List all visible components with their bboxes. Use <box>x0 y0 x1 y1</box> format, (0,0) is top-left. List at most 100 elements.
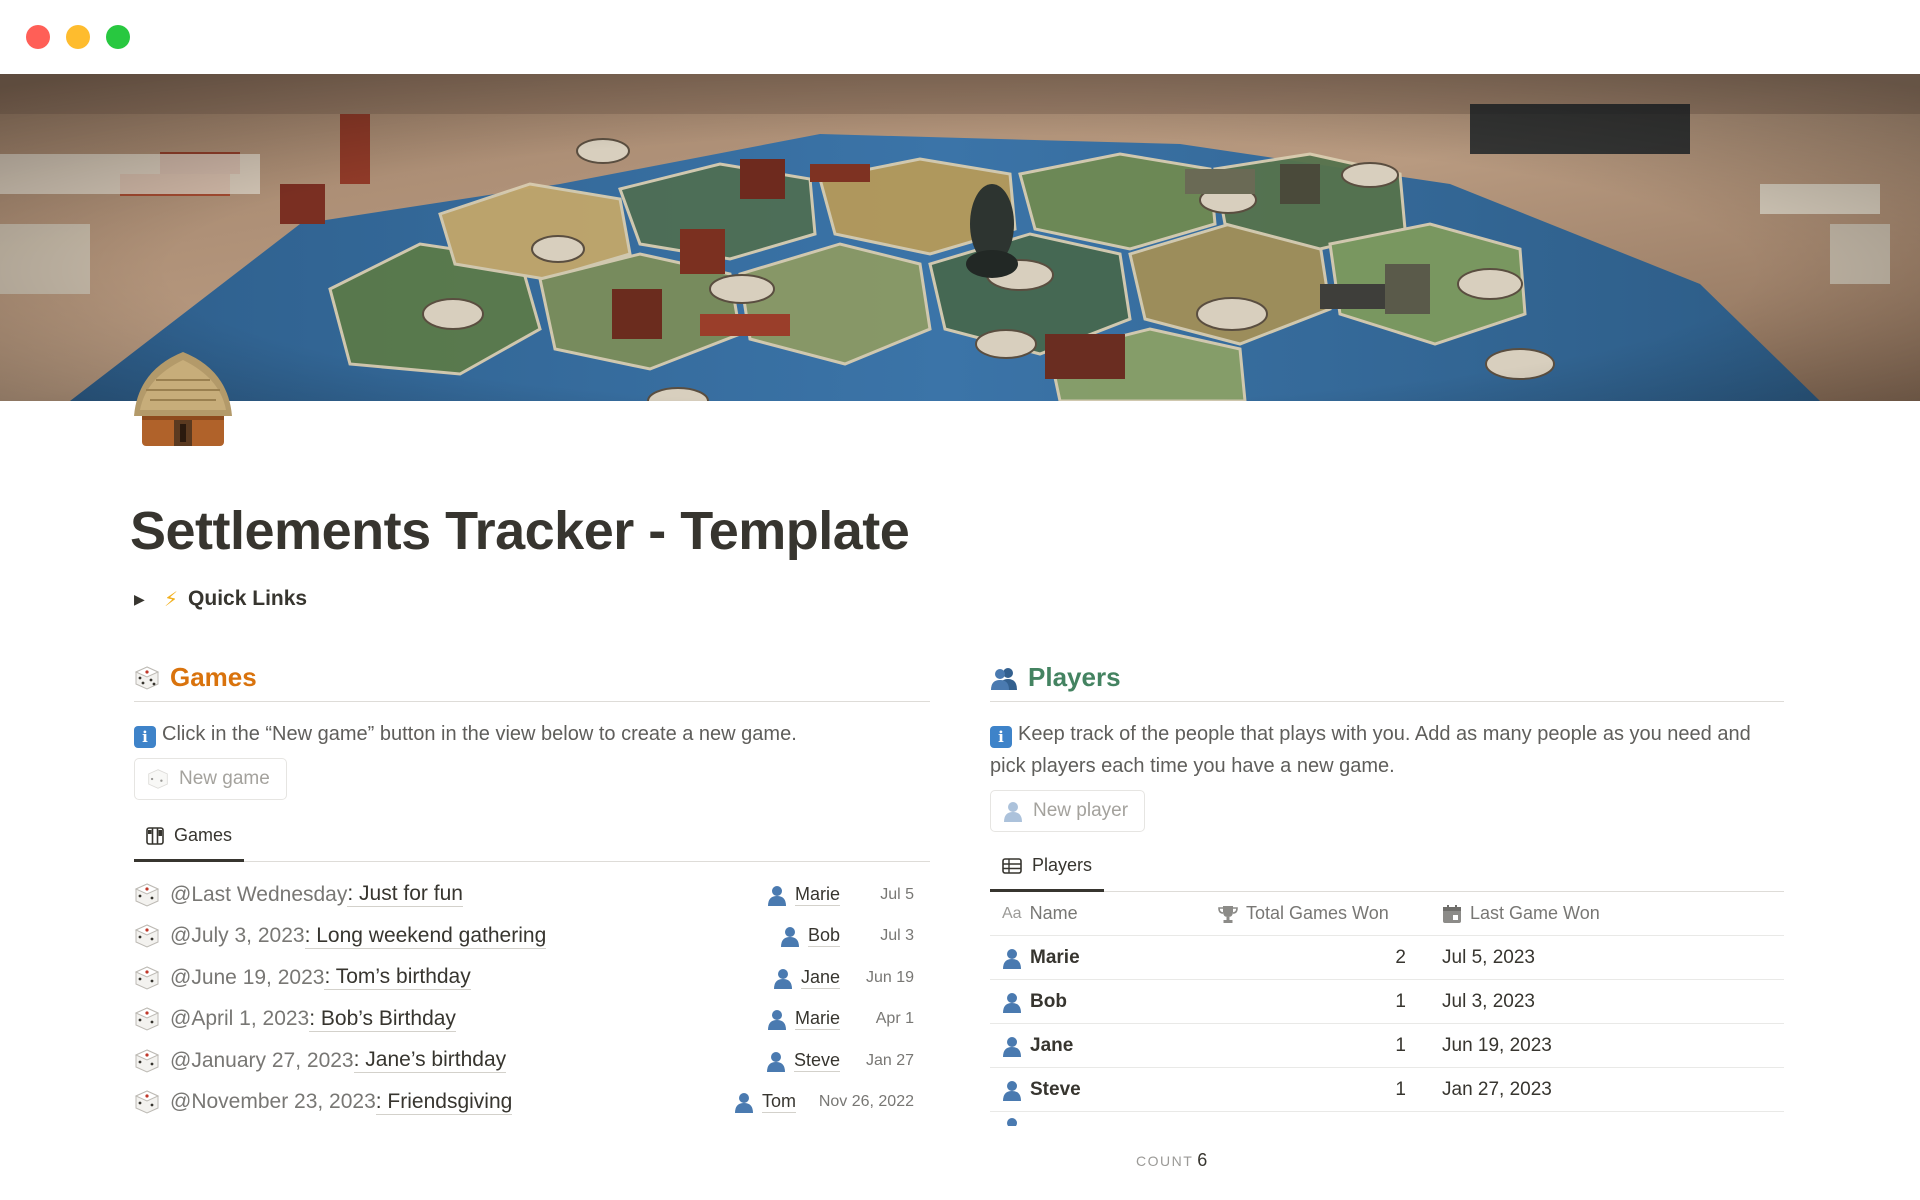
game-winner[interactable]: Bob <box>780 925 840 948</box>
game-winner[interactable]: Tom <box>734 1091 796 1114</box>
new-player-button[interactable]: New player <box>990 790 1146 832</box>
game-short-date: Apr 1 <box>875 1010 914 1028</box>
bust-in-silhouette-icon <box>734 1093 753 1114</box>
column-header-total-games-won[interactable]: Total Games Won <box>1216 903 1430 924</box>
bust-in-silhouette-icon <box>773 968 792 989</box>
bust-in-silhouette-icon <box>780 927 799 948</box>
winner-name: Steve <box>793 1049 840 1072</box>
player-name: Jane <box>1030 1034 1074 1056</box>
game-die-icon <box>134 966 160 990</box>
game-winner[interactable]: Marie <box>767 1008 840 1031</box>
players-table: Aa Name Total Games Won Last Game Won Mar… <box>990 892 1784 1126</box>
game-title[interactable]: : Just for fun <box>347 882 463 908</box>
count-value: 6 <box>1197 1150 1208 1170</box>
close-window-button[interactable] <box>26 25 50 49</box>
player-name: Bob <box>1030 990 1067 1012</box>
column-label: Total Games Won <box>1246 903 1389 923</box>
players-section: Players i Keep track of the people that p… <box>990 660 1784 1126</box>
game-title[interactable]: : Jane’s birthday <box>353 1048 507 1074</box>
table-row[interactable]: Steve 1 Jan 27, 2023 <box>990 1068 1784 1112</box>
player-name: Marie <box>1030 946 1080 968</box>
game-die-icon <box>134 924 160 948</box>
game-title[interactable]: : Bob’s Birthday <box>309 1007 456 1032</box>
games-callout-text: Click in the “New game” button in the vi… <box>162 723 797 745</box>
page-title[interactable]: Settlements Tracker - Template <box>130 500 910 562</box>
calendar-icon <box>1443 904 1461 923</box>
minimize-window-button[interactable] <box>66 25 90 49</box>
winner-name: Jane <box>800 966 840 989</box>
maximize-window-button[interactable] <box>106 25 130 49</box>
players-info-callout: i Keep track of the people that plays wit… <box>990 718 1784 782</box>
toggle-triangle-icon[interactable]: ▶ <box>134 591 154 608</box>
total-games-won-cell[interactable]: 1 <box>1216 1079 1430 1101</box>
page-cover-image[interactable] <box>0 74 1920 401</box>
last-game-won-cell[interactable]: Jan 27, 2023 <box>1430 1079 1784 1101</box>
window-titlebar <box>0 0 1920 74</box>
last-game-won-cell[interactable]: Jul 5, 2023 <box>1430 947 1784 969</box>
games-info-callout: i Click in the “New game” button in the v… <box>134 718 930 750</box>
game-winner[interactable]: Steve <box>766 1050 840 1072</box>
player-name-cell[interactable]: Steve <box>990 1079 1216 1101</box>
information-icon: i <box>134 726 156 748</box>
game-short-date: Nov 26, 2022 <box>818 1093 914 1111</box>
game-short-date: Jul 5 <box>880 885 914 903</box>
game-date-mention[interactable]: @January 27, 2023 <box>170 1049 354 1073</box>
game-short-date: Jan 27 <box>865 1051 914 1069</box>
trophy-icon <box>1218 905 1238 923</box>
total-games-won-cell[interactable]: 1 <box>1216 991 1430 1013</box>
new-game-button[interactable]: New game <box>134 758 287 800</box>
table-row[interactable]: Jane 1 Jun 19, 2023 <box>990 1024 1784 1068</box>
players-view-tabs: Players <box>990 842 1784 892</box>
table-row[interactable]: Bob 1 Jul 3, 2023 <box>990 980 1784 1024</box>
tab-games[interactable]: Games <box>134 812 245 862</box>
game-short-date: Jul 3 <box>880 927 914 945</box>
players-callout-text: Keep track of the people that plays with… <box>990 723 1751 777</box>
tab-players-label: Players <box>1032 855 1093 875</box>
bust-in-silhouette-icon <box>1003 992 1021 1013</box>
players-heading: Players <box>990 660 1784 702</box>
table-count: COUNT 6 <box>1136 1150 1207 1171</box>
game-title[interactable]: : Tom’s birthday <box>324 965 471 991</box>
players-title[interactable]: Players <box>1028 662 1121 693</box>
list-item[interactable]: @June 19, 2023: Tom’s birthday Jane Jun … <box>134 957 930 999</box>
list-item[interactable]: @April 1, 2023: Bob’s Birthday Marie Apr… <box>134 999 930 1041</box>
game-winner[interactable]: Jane <box>773 967 840 989</box>
bust-in-silhouette-icon <box>1003 1080 1021 1101</box>
bust-in-silhouette-icon <box>767 1010 786 1031</box>
game-die-icon <box>134 1090 160 1114</box>
game-date-mention[interactable]: @July 3, 2023 <box>170 924 305 948</box>
column-label: Name <box>1029 903 1078 923</box>
column-header-name[interactable]: Aa Name <box>990 903 1216 924</box>
bust-in-silhouette-icon <box>1003 948 1021 969</box>
game-title[interactable]: : Long weekend gathering <box>304 924 547 949</box>
new-player-label: New player <box>1033 800 1129 821</box>
last-game-won-cell[interactable]: Jun 19, 2023 <box>1430 1035 1784 1057</box>
player-name-cell[interactable]: Marie <box>990 947 1216 969</box>
game-title[interactable]: : Friendsgiving <box>375 1090 513 1115</box>
game-date-mention[interactable]: @June 19, 2023 <box>170 966 324 990</box>
games-title[interactable]: Games <box>170 662 257 693</box>
table-row[interactable]: Marie 2 Jul 5, 2023 <box>990 936 1784 980</box>
list-item[interactable]: @November 23, 2023: Friendsgiving Tom No… <box>134 1082 930 1124</box>
game-winner[interactable]: Marie <box>767 884 840 906</box>
quick-links-toggle[interactable]: ▶ ⚡ Quick Links <box>134 584 307 614</box>
column-header-last-game-won[interactable]: Last Game Won <box>1430 903 1784 924</box>
tab-players[interactable]: Players <box>990 842 1105 892</box>
list-item[interactable]: @Last Wednesday : Just for fun Marie Jul… <box>134 874 930 916</box>
total-games-won-cell[interactable]: 1 <box>1216 1035 1430 1057</box>
table-row-partial[interactable] <box>990 1112 1784 1126</box>
game-die-icon <box>134 1007 160 1031</box>
game-date-mention[interactable]: @Last Wednesday <box>170 883 347 907</box>
bust-in-silhouette-icon <box>1003 1036 1021 1057</box>
game-date-mention[interactable]: @April 1, 2023 <box>170 1007 309 1031</box>
last-game-won-cell[interactable]: Jul 3, 2023 <box>1430 991 1784 1013</box>
player-name-cell[interactable]: Jane <box>990 1035 1216 1057</box>
player-name-cell[interactable]: Bob <box>990 991 1216 1013</box>
list-item[interactable]: @January 27, 2023: Jane’s birthday Steve… <box>134 1040 930 1082</box>
game-date-mention[interactable]: @November 23, 2023 <box>170 1090 376 1114</box>
bust-in-silhouette-icon <box>1004 802 1022 822</box>
list-item[interactable]: @July 3, 2023: Long weekend gathering Bo… <box>134 916 930 958</box>
game-die-icon <box>134 883 160 907</box>
hut-icon[interactable] <box>130 350 236 450</box>
total-games-won-cell[interactable]: 2 <box>1216 947 1430 969</box>
